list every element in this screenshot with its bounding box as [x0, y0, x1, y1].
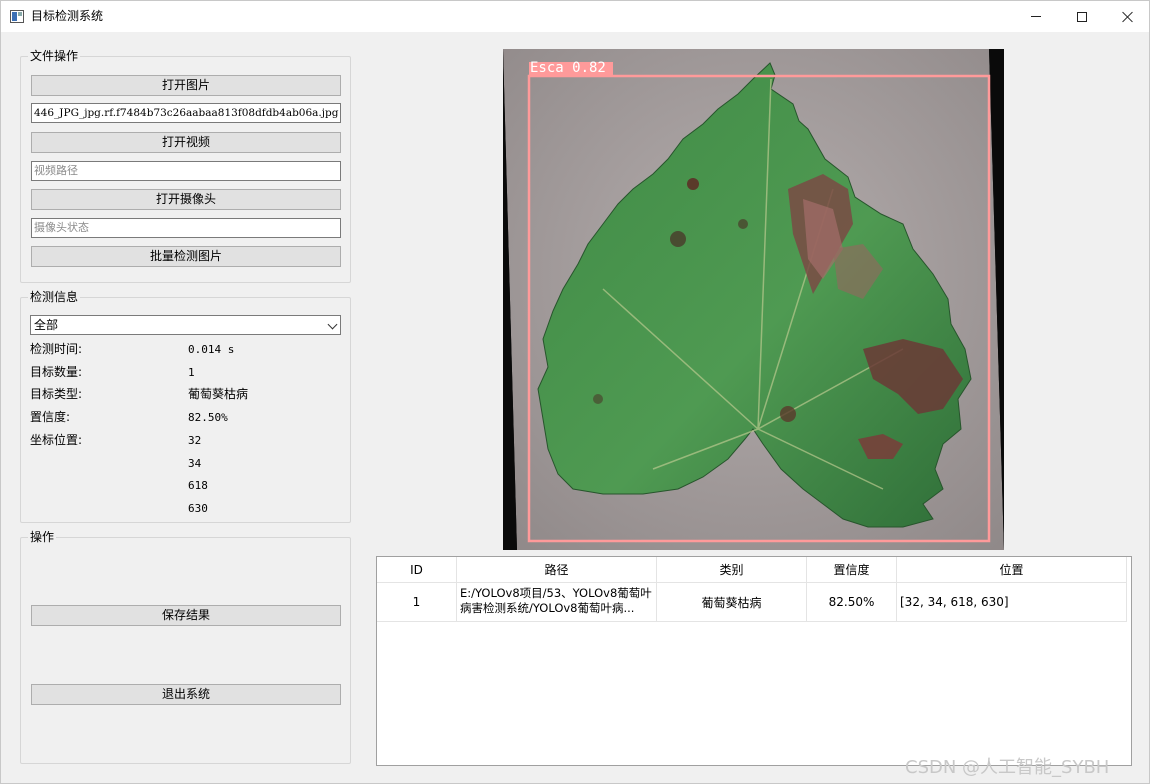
count-value: 1	[188, 366, 195, 379]
close-icon	[1122, 11, 1134, 23]
maximize-icon	[1077, 11, 1087, 22]
image-path-field[interactable]: 446_JPG_jpg.rf.f7484b73c26aabaa813f08dfd…	[31, 103, 341, 123]
file-ops-group: 文件操作 打开图片 446_JPG_jpg.rf.f7484b73c26aaba…	[20, 49, 351, 283]
target-select[interactable]: 全部	[30, 315, 341, 335]
row-path: E:/YOLOv8项目/53、YOLOv8葡萄叶病害检测系统/YOLOv8葡萄叶…	[457, 583, 657, 621]
watermark: CSDN @人工智能_SYBH	[905, 757, 1110, 778]
open-image-button[interactable]: 打开图片	[31, 75, 341, 96]
app-window-icon	[10, 10, 24, 23]
open-camera-button[interactable]: 打开摄像头	[31, 189, 341, 210]
title-bar: 目标检测系统	[1, 1, 1149, 32]
row-id: 1	[377, 583, 457, 621]
conf-label: 置信度:	[30, 410, 71, 424]
target-select-value: 全部	[34, 318, 59, 332]
time-value: 0.014 s	[188, 343, 235, 356]
header-position[interactable]: 位置	[897, 557, 1127, 583]
minimize-button[interactable]	[1013, 1, 1059, 32]
detection-label: Esca 0.82	[530, 60, 606, 76]
coord-x2: 618	[188, 479, 208, 492]
maximize-button[interactable]	[1059, 1, 1105, 32]
row-conf: 82.50%	[807, 583, 897, 621]
detect-info-title: 检测信息	[28, 290, 81, 305]
count-label: 目标数量:	[30, 365, 83, 379]
operations-group: 操作 保存结果 退出系统	[20, 530, 351, 764]
leaf-image	[503, 49, 1004, 550]
type-label: 目标类型:	[30, 387, 83, 401]
row-position: [32, 34, 618, 630]	[897, 583, 1127, 621]
coord-label: 坐标位置:	[30, 433, 83, 447]
batch-detect-button[interactable]: 批量检测图片	[31, 246, 341, 267]
detection-image: Esca 0.82	[503, 49, 1004, 550]
file-ops-title: 文件操作	[28, 49, 81, 64]
coord-y2: 630	[188, 502, 208, 515]
window-title: 目标检测系统	[31, 9, 104, 23]
header-path[interactable]: 路径	[457, 557, 657, 583]
minimize-icon	[1031, 16, 1041, 17]
table-header: ID 路径 类别 置信度 位置	[377, 557, 1127, 583]
app-window: 目标检测系统 文件操作 打开图片 446_JPG_jpg.rf.f7484b73…	[0, 0, 1150, 784]
conf-value: 82.50%	[188, 411, 228, 424]
results-table[interactable]: ID 路径 类别 置信度 位置 1 E:/YOLOv8项目/53、YOLOv8葡…	[376, 556, 1132, 766]
type-value: 葡萄葵枯病	[188, 387, 249, 401]
header-class[interactable]: 类别	[657, 557, 807, 583]
detect-info-group: 检测信息 全部 检测时间: 0.014 s 目标数量: 1 目标类型: 葡萄葵枯…	[20, 290, 351, 523]
video-path-field[interactable]: 视频路径	[31, 161, 341, 181]
save-results-button[interactable]: 保存结果	[31, 605, 341, 626]
header-conf[interactable]: 置信度	[807, 557, 897, 583]
coord-y1: 34	[188, 457, 202, 470]
close-button[interactable]	[1105, 1, 1150, 32]
time-label: 检测时间:	[30, 342, 83, 356]
exit-system-button[interactable]: 退出系统	[31, 684, 341, 705]
open-video-button[interactable]: 打开视频	[31, 132, 341, 153]
header-id[interactable]: ID	[377, 557, 457, 583]
operations-title: 操作	[28, 530, 57, 545]
coord-x1: 32	[188, 434, 202, 447]
camera-status-field[interactable]: 摄像头状态	[31, 218, 341, 238]
table-row[interactable]: 1 E:/YOLOv8项目/53、YOLOv8葡萄叶病害检测系统/YOLOv8葡…	[377, 583, 1127, 622]
chevron-down-icon	[327, 319, 338, 330]
row-class: 葡萄葵枯病	[657, 583, 807, 621]
